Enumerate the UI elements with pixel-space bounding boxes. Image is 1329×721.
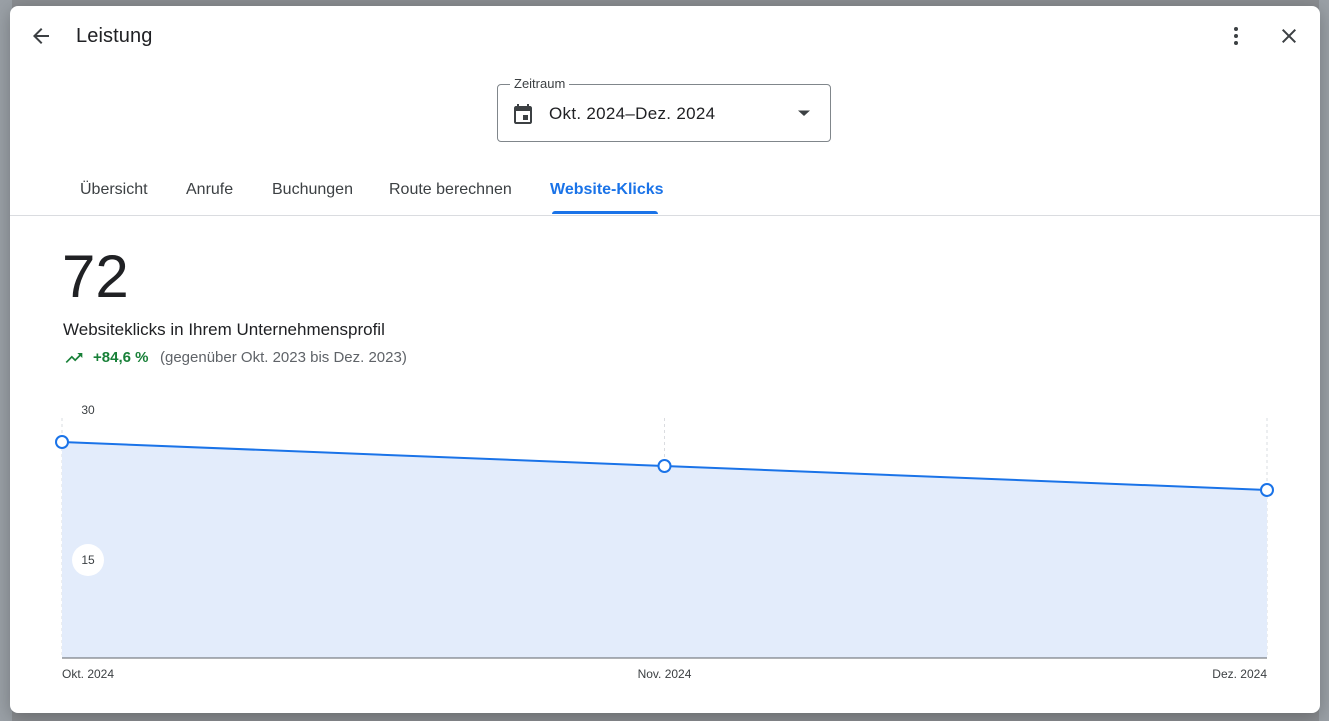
data-point-0 [55, 435, 69, 449]
tabs-divider [10, 215, 1320, 216]
trend-comparison: (gegenüber Okt. 2023 bis Dez. 2023) [160, 349, 407, 366]
y-tick-label-0: 15 [81, 553, 95, 567]
arrow-back-icon [33, 28, 49, 44]
y-tick-label-1: 30 [81, 403, 95, 417]
total-clicks-value: 72 [62, 243, 129, 310]
date-range-label: Zeitraum [510, 76, 570, 91]
back-button[interactable] [21, 16, 61, 56]
data-point-2 [1260, 483, 1274, 497]
trend-value: +84,6 % [93, 349, 149, 366]
website-clicks-chart: 15 30 Okt. 2024 Nov. 2024 Dez. 2024 [55, 403, 1274, 681]
calendar-icon [514, 104, 532, 124]
tab-directions[interactable]: Route berechnen [389, 166, 512, 216]
date-range-value: Okt. 2024–Dez. 2024 [549, 104, 716, 123]
more-vert-icon [1234, 27, 1238, 45]
area-fill [62, 442, 1267, 658]
dialog-title: Leistung [76, 25, 153, 47]
dropdown-arrow-icon [798, 110, 810, 116]
tab-calls[interactable]: Anrufe [186, 166, 233, 216]
close-icon [1282, 29, 1296, 43]
tab-bookings[interactable]: Buchungen [272, 166, 353, 216]
close-button[interactable] [1269, 16, 1309, 56]
x-tick-label-2: Dez. 2024 [1212, 667, 1267, 681]
date-range-select[interactable]: Zeitraum Okt. 2024–Dez. 2024 [497, 76, 831, 142]
tab-overview[interactable]: Übersicht [80, 166, 148, 216]
more-options-button[interactable] [1216, 16, 1256, 56]
performance-dialog: Leistung Zeitraum Okt. 2024–Dez. 2024 Üb… [10, 6, 1320, 713]
active-tab-indicator [552, 211, 658, 214]
total-clicks-description: Websiteklicks in Ihrem Unternehmensprofi… [63, 320, 385, 339]
trending-up-icon [65, 353, 83, 363]
background-strip-right [1319, 0, 1329, 721]
tab-website-clicks[interactable]: Website-Klicks [550, 166, 664, 216]
x-tick-label-1: Nov. 2024 [638, 667, 692, 681]
x-tick-label-0: Okt. 2024 [62, 667, 114, 681]
tab-bar: Übersicht Anrufe Buchungen Route berechn… [10, 166, 1320, 216]
data-point-1 [657, 459, 672, 473]
